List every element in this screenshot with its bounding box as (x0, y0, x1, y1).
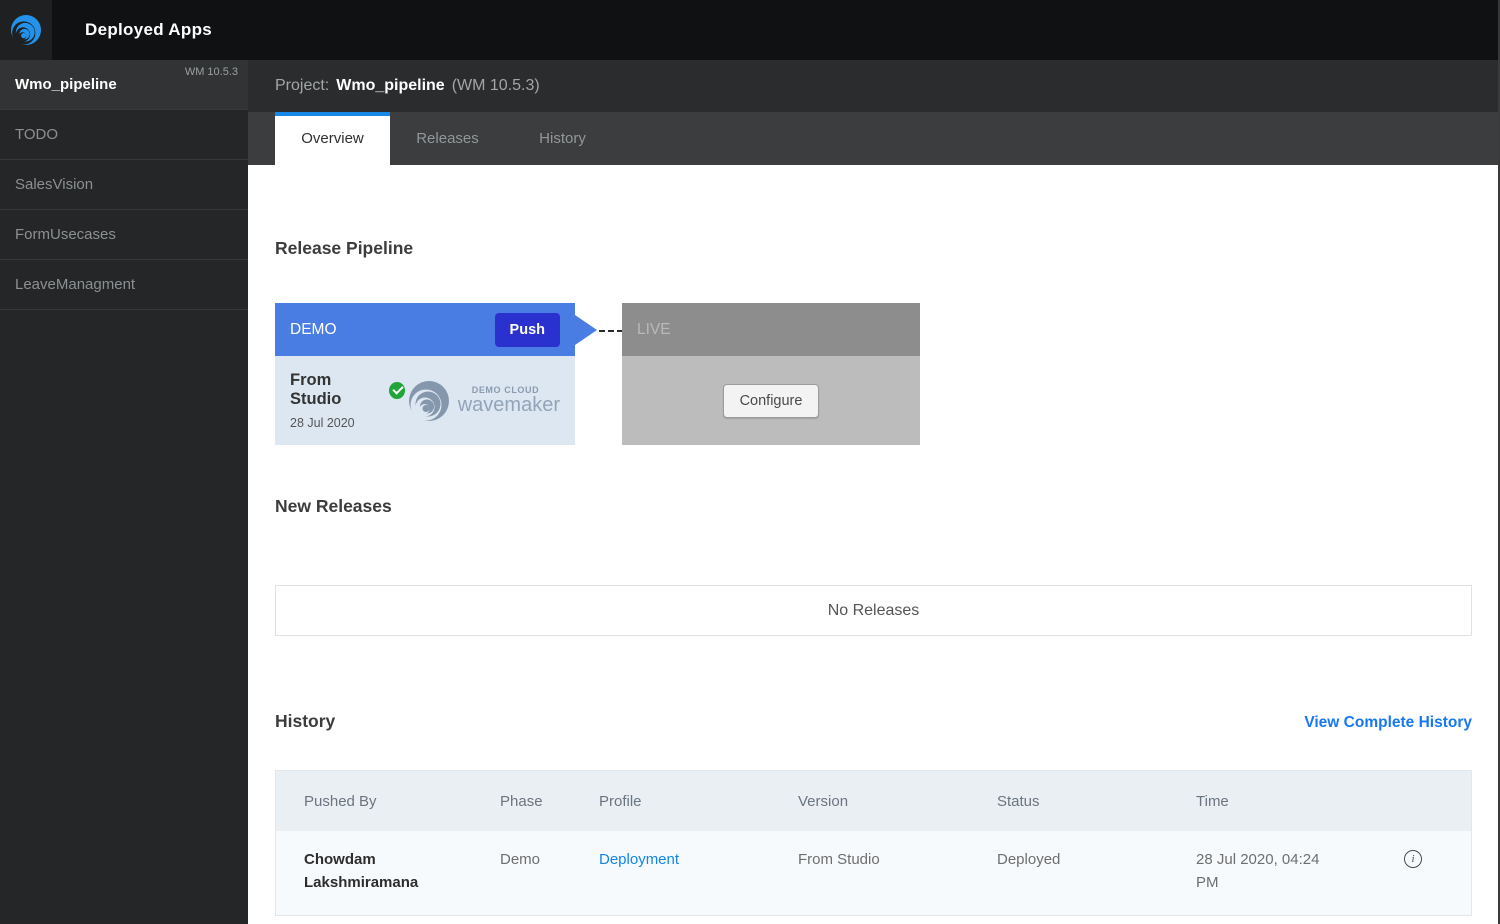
tab-releases[interactable]: Releases (390, 112, 505, 165)
live-phase-card: LIVE Configure (622, 303, 920, 445)
new-releases-heading: New Releases (275, 495, 1472, 517)
release-source: From Studio (290, 371, 381, 409)
col-pushed-by: Pushed By (304, 793, 500, 810)
wavemaker-logo[interactable] (0, 0, 52, 60)
col-phase: Phase (500, 793, 599, 810)
cell-status: Deployed (997, 848, 1196, 871)
tab-history[interactable]: History (505, 112, 620, 165)
release-pipeline-heading: Release Pipeline (275, 237, 1472, 259)
demo-release-info: From Studio 28 Jul 2020 (290, 371, 405, 430)
history-heading: History (275, 710, 335, 732)
history-table: Pushed By Phase Profile Version Status T… (275, 770, 1472, 916)
view-complete-history-link[interactable]: View Complete History (1304, 714, 1472, 732)
push-button[interactable]: Push (495, 313, 560, 347)
sidebar-item-salesvision[interactable]: SalesVision (0, 160, 248, 210)
top-bar: Deployed Apps (0, 0, 1500, 60)
col-version: Version (798, 793, 997, 810)
history-table-row: Chowdam Lakshmiramana Demo Deployment Fr… (276, 831, 1471, 915)
sidebar-item-label: Wmo_pipeline (15, 76, 117, 93)
sidebar-item-label: SalesVision (15, 176, 93, 193)
pipeline-cards: DEMO Push From Studio 28 Jul 2020 (275, 303, 1472, 445)
live-card-body: Configure (622, 356, 920, 445)
history-table-header: Pushed By Phase Profile Version Status T… (276, 771, 1471, 831)
demo-phase-label: DEMO (290, 321, 337, 339)
pipeline-connector-dashed-line (599, 330, 623, 332)
cell-time: 28 Jul 2020, 04:24 PM (1196, 848, 1346, 894)
release-date: 28 Jul 2020 (290, 416, 405, 430)
configure-button[interactable]: Configure (723, 384, 820, 418)
sidebar-item-formusecases[interactable]: FormUsecases (0, 210, 248, 260)
cell-pushed-by: Chowdam Lakshmiramana (304, 848, 464, 894)
col-profile: Profile (599, 793, 798, 810)
project-header: Project: Wmo_pipeline (WM 10.5.3) (248, 60, 1500, 112)
wavemaker-wave-icon (8, 12, 44, 48)
project-version-badge: WM 10.5.3 (185, 66, 238, 78)
check-circle-icon (389, 382, 405, 399)
sidebar-item-leavemanagment[interactable]: LeaveManagment (0, 260, 248, 310)
demo-card-header: DEMO Push (275, 303, 575, 356)
sidebar-item-wmo-pipeline[interactable]: WM 10.5.3 Wmo_pipeline (0, 60, 248, 110)
wavemaker-gray-wave-icon (405, 377, 453, 425)
sidebar-item-todo[interactable]: TODO (0, 110, 248, 160)
overview-content: Release Pipeline DEMO Push From Studio (248, 165, 1500, 924)
info-icon[interactable]: i (1404, 850, 1422, 868)
pipeline-arrow-icon (575, 315, 597, 345)
col-status: Status (997, 793, 1196, 810)
cell-profile-link[interactable]: Deployment (599, 848, 798, 871)
demo-cloud-logo: DEMO CLOUD wavemaker (405, 377, 560, 425)
project-version: (WM 10.5.3) (452, 77, 540, 95)
cell-version: From Studio (798, 848, 997, 871)
tab-overview[interactable]: Overview (275, 112, 390, 165)
project-name: Wmo_pipeline (336, 77, 444, 95)
app-title: Deployed Apps (85, 0, 212, 60)
sidebar-item-label: TODO (15, 126, 58, 143)
live-phase-label: LIVE (637, 321, 671, 339)
sidebar-item-label: FormUsecases (15, 226, 116, 243)
no-releases-box: No Releases (275, 585, 1472, 636)
project-label: Project: (275, 77, 329, 95)
wavemaker-wordmark: wavemaker (458, 395, 560, 416)
sidebar-item-label: LeaveManagment (15, 276, 135, 293)
cell-phase: Demo (500, 848, 599, 871)
projects-sidebar: WM 10.5.3 Wmo_pipeline TODO SalesVision … (0, 60, 248, 924)
tab-bar: Overview Releases History (248, 112, 1500, 165)
main-panel: Project: Wmo_pipeline (WM 10.5.3) Overvi… (248, 60, 1500, 924)
live-card-header: LIVE (622, 303, 920, 356)
col-time: Time (1196, 793, 1396, 810)
demo-phase-card: DEMO Push From Studio 28 Jul 2020 (275, 303, 575, 445)
demo-card-body: From Studio 28 Jul 2020 (275, 356, 575, 445)
